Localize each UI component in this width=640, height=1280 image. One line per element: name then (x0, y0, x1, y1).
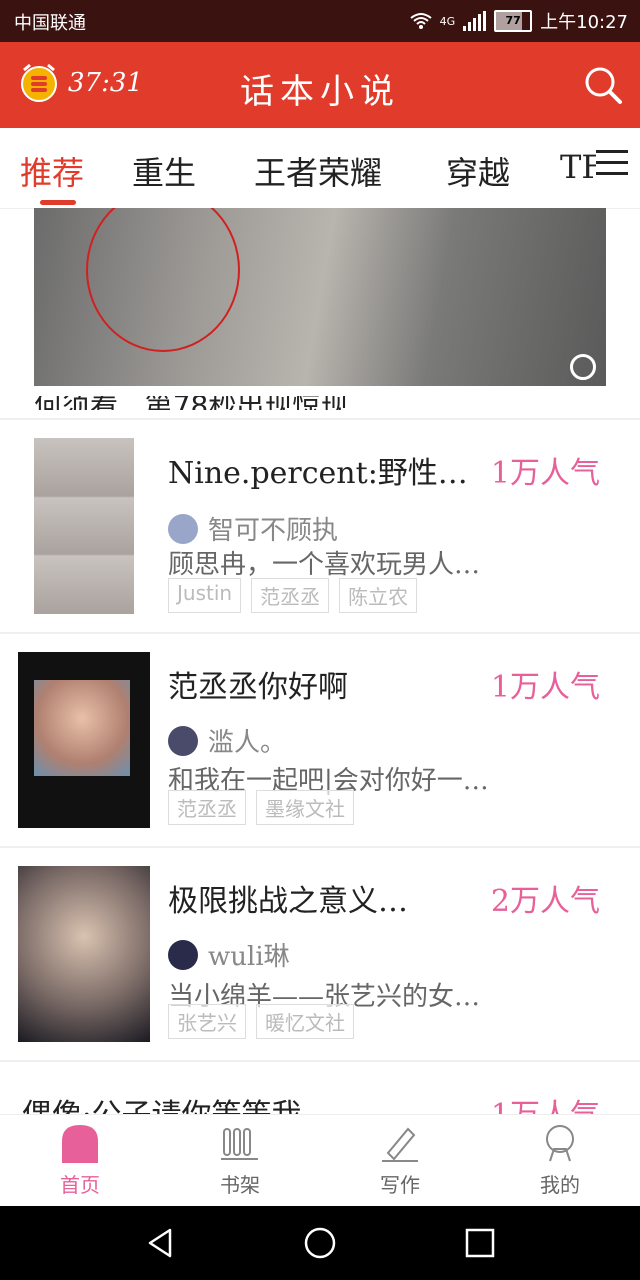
app-title: 话本小说 (240, 72, 400, 112)
tag[interactable]: 张艺兴 (168, 1004, 246, 1039)
tab-time-travel[interactable]: 穿越 (446, 148, 510, 194)
book-popularity: 1万人气 (491, 1090, 600, 1114)
network-label: 4G (439, 14, 456, 28)
divider (0, 632, 640, 634)
nav-bookshelf[interactable]: 书架 (180, 1123, 300, 1198)
highlight-circle (86, 208, 240, 352)
author-row: 滥人。 (168, 722, 286, 759)
book-tags: 范丞丞 墨缘文社 (168, 790, 354, 825)
bookshelf-icon (221, 1128, 258, 1160)
author-name: wuli琳 (208, 942, 290, 972)
status-bar: 中国联通 4G 77 上午10:27 (0, 0, 640, 42)
status-right: 4G 77 上午10:27 (409, 8, 628, 34)
banner-image[interactable] (34, 208, 606, 386)
carrier-label: 中国联通 (14, 13, 86, 34)
author-avatar (168, 513, 198, 544)
book-description: 顾思冉，一个喜欢玩男人… (168, 550, 481, 580)
book-cover (18, 866, 150, 1042)
nav-write[interactable]: 写作 (340, 1123, 460, 1198)
tag[interactable]: 暖忆文社 (256, 1004, 354, 1039)
tab-honor-of-kings[interactable]: 王者荣耀 (254, 148, 382, 194)
tab-recommend[interactable]: 推荐 (20, 148, 84, 194)
app-bar: 37:31 话本小说 (0, 42, 640, 128)
tag[interactable]: 范丞丞 (168, 790, 246, 825)
menu-icon[interactable] (596, 150, 628, 178)
tab-rebirth[interactable]: 重生 (132, 148, 196, 194)
nav-home[interactable]: 首页 (20, 1123, 140, 1198)
nav-write-label: 写作 (380, 1173, 420, 1197)
book-cover (34, 438, 134, 614)
home-icon (62, 1125, 98, 1163)
nav-home-label: 首页 (60, 1173, 100, 1197)
book-popularity: 1万人气 (490, 456, 600, 491)
system-nav-bar (0, 1206, 640, 1280)
back-icon[interactable] (144, 1226, 178, 1260)
active-tab-indicator (40, 200, 76, 205)
tag[interactable]: 陈立农 (339, 578, 418, 613)
book-card[interactable]: 偶像·公子请你等等我 1万人气 (22, 1088, 618, 1114)
signal-icon (463, 11, 487, 31)
author-row: 智可不顾执 (168, 510, 338, 547)
pencil-icon (382, 1127, 418, 1162)
bottom-nav: 首页 书架 写作 我的 (0, 1114, 640, 1207)
author-avatar (168, 725, 198, 756)
divider (0, 846, 640, 848)
tag[interactable]: Justin (168, 578, 242, 613)
profile-icon (546, 1125, 574, 1162)
home-button-icon[interactable] (303, 1226, 337, 1260)
refresh-icon (570, 354, 596, 380)
nav-bookshelf-label: 书架 (220, 1173, 260, 1197)
author-name: 智可不顾执 (208, 516, 339, 546)
clock: 上午10:27 (540, 12, 628, 33)
search-icon[interactable] (582, 64, 624, 106)
author-avatar (168, 939, 198, 970)
book-cover (18, 652, 150, 828)
book-tags: 张艺兴 暖忆文社 (168, 1004, 354, 1039)
divider (0, 1060, 640, 1062)
wifi-icon (409, 13, 432, 29)
book-tags: Justin 范丞丞 陈立农 (168, 578, 418, 613)
recents-icon[interactable] (463, 1226, 497, 1260)
book-title: 偶像·公子请你等等我 (22, 1090, 302, 1114)
book-title: 范丞丞你好啊 (168, 670, 348, 705)
nav-profile-label: 我的 (540, 1173, 580, 1197)
battery-icon: 77 (494, 10, 533, 32)
tag[interactable]: 范丞丞 (251, 578, 330, 613)
divider (0, 418, 640, 420)
nav-profile[interactable]: 我的 (500, 1123, 620, 1198)
book-title: 极限挑战之意义… (168, 884, 408, 919)
banner-caption: 何须看...第78秒出现惊现 (34, 396, 606, 410)
book-popularity: 1万人气 (490, 670, 600, 705)
tag[interactable]: 墨缘文社 (256, 790, 354, 825)
category-tabs: 推荐 重生 王者荣耀 穿越 TF (0, 128, 640, 209)
book-popularity: 2万人气 (490, 884, 600, 919)
author-row: wuli琳 (168, 936, 290, 973)
battery-level: 77 (505, 14, 521, 27)
author-name: 滥人。 (208, 728, 287, 758)
book-title: Nine.percent:野性… (168, 456, 468, 491)
